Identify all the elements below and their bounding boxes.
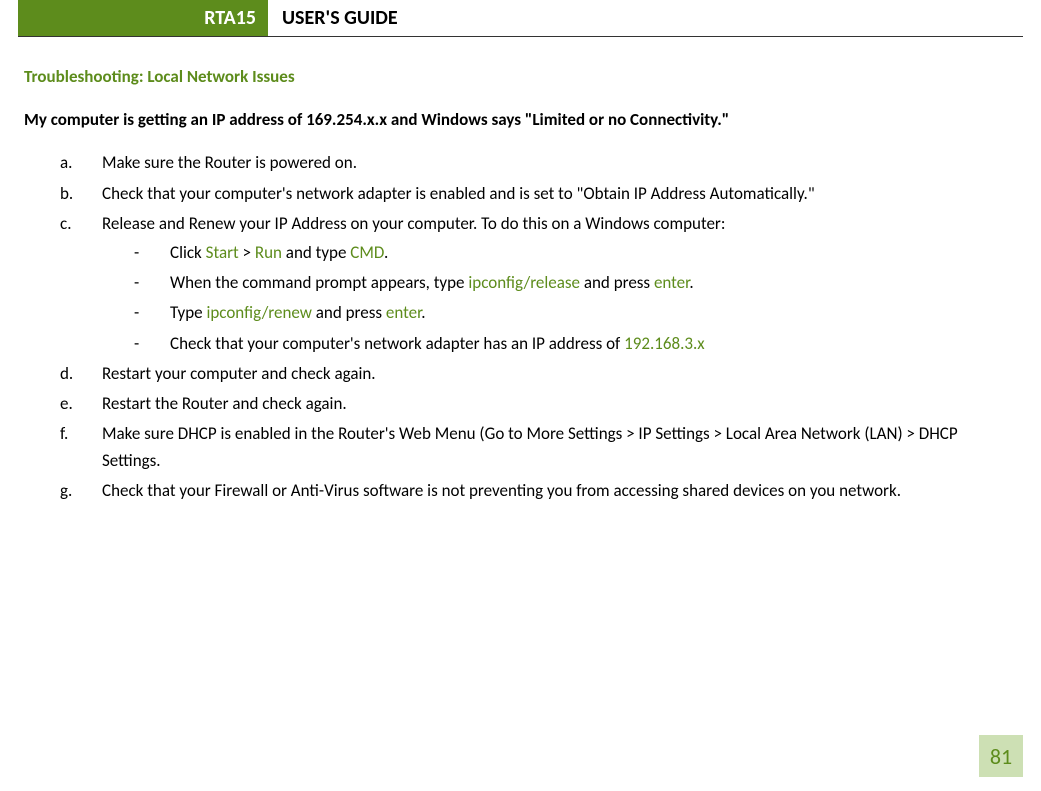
list-item: b. Check that your computer's network ad… (60, 180, 1017, 207)
highlight-start: Start (206, 242, 239, 263)
list-item: e. Restart the Router and check again. (60, 390, 1017, 417)
dash-item: - Click Start > Run and type CMD. (134, 239, 1017, 266)
ordered-list: a. Make sure the Router is powered on. b… (24, 149, 1017, 504)
highlight-ip-address: 192.168.3.x (624, 333, 705, 354)
list-item: a. Make sure the Router is powered on. (60, 149, 1017, 176)
dash-list: - Click Start > Run and type CMD. - When… (102, 239, 1017, 357)
list-marker: d. (60, 360, 73, 387)
dash-item: - Check that your computer's network ada… (134, 330, 1017, 357)
page-header: RTA15 USER'S GUIDE (18, 0, 1023, 37)
dash-text: Type ipconfig/renew and press enter. (170, 302, 426, 323)
list-item: g. Check that your Firewall or Anti-Viru… (60, 477, 1017, 504)
list-text: Make sure DHCP is enabled in the Router'… (102, 423, 958, 471)
list-marker: f. (60, 420, 68, 447)
list-item: c. Release and Renew your IP Address on … (60, 210, 1017, 357)
list-item: d. Restart your computer and check again… (60, 360, 1017, 387)
dash-marker: - (134, 269, 139, 296)
highlight-ipconfig-release: ipconfig/release (468, 272, 580, 293)
dash-text: Check that your computer's network adapt… (170, 333, 705, 354)
dash-marker: - (134, 239, 139, 266)
list-text: Make sure the Router is powered on. (102, 152, 357, 173)
list-text: Release and Renew your IP Address on you… (102, 213, 725, 234)
dash-text: Click Start > Run and type CMD. (170, 242, 388, 263)
highlight-cmd: CMD (350, 242, 384, 263)
header-product-code: RTA15 (18, 0, 268, 36)
list-text: Check that your computer's network adapt… (102, 183, 815, 204)
dash-text: When the command prompt appears, type ip… (170, 272, 694, 293)
list-marker: b. (60, 180, 73, 207)
dash-marker: - (134, 299, 139, 326)
highlight-run: Run (255, 242, 282, 263)
highlight-ipconfig-renew: ipconfig/renew (206, 302, 311, 323)
sub-heading: My computer is getting an IP address of … (24, 106, 1017, 133)
dash-item: - Type ipconfig/renew and press enter. (134, 299, 1017, 326)
list-text: Check that your Firewall or Anti-Virus s… (102, 480, 901, 501)
header-title: USER'S GUIDE (268, 0, 412, 36)
highlight-enter: enter (386, 302, 421, 323)
page-content: Troubleshooting: Local Network Issues My… (0, 37, 1041, 505)
list-marker: a. (60, 149, 72, 176)
section-heading: Troubleshooting: Local Network Issues (24, 63, 1017, 90)
list-item: f. Make sure DHCP is enabled in the Rout… (60, 420, 1017, 474)
page-number-badge: 81 (979, 735, 1023, 777)
list-text: Restart the Router and check again. (102, 393, 347, 414)
list-marker: g. (60, 477, 72, 504)
dash-item: - When the command prompt appears, type … (134, 269, 1017, 296)
highlight-enter: enter (654, 272, 689, 293)
list-marker: e. (60, 390, 73, 417)
list-marker: c. (60, 210, 71, 237)
dash-marker: - (134, 330, 139, 357)
list-text: Restart your computer and check again. (102, 363, 376, 384)
